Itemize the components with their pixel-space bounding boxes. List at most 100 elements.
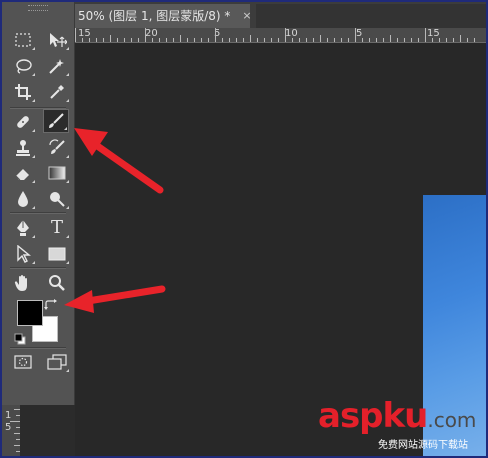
crop-icon — [15, 84, 31, 100]
pen-icon — [17, 220, 29, 236]
dodge-icon — [50, 192, 65, 207]
ruler-tick — [467, 38, 468, 42]
ruler-tick — [446, 38, 447, 42]
history-brush-tool[interactable] — [44, 136, 70, 160]
ruler-tick — [243, 38, 244, 42]
ruler-tick — [89, 38, 90, 42]
vertical-ruler[interactable]: 1 5 — [0, 405, 20, 458]
spot-healing-brush-tool[interactable] — [10, 110, 36, 134]
ruler-tick — [201, 38, 202, 42]
panel-grip[interactable] — [28, 5, 48, 11]
ruler-tick — [425, 28, 426, 42]
zoom-tool[interactable] — [44, 271, 70, 295]
hand-tool[interactable] — [10, 271, 36, 295]
ruler-tick — [369, 38, 370, 42]
rectangular-marquee-tool[interactable] — [10, 28, 36, 52]
dodge-tool[interactable] — [44, 187, 70, 211]
path-selection-tool[interactable] — [10, 242, 36, 266]
rectangle-icon — [48, 247, 66, 261]
swap-arrows-icon — [44, 299, 57, 310]
move-icon — [50, 33, 67, 47]
ruler-tick — [341, 38, 342, 42]
ruler-tick — [292, 38, 293, 42]
ruler-tick — [334, 38, 335, 42]
ruler-tick — [418, 38, 419, 42]
ruler-tick — [82, 38, 83, 42]
ruler-tick — [159, 38, 160, 42]
ruler-tick — [362, 38, 363, 42]
watermark-subtitle: 免费网站源码下载站 — [378, 440, 468, 451]
magic-wand-icon — [49, 59, 64, 74]
ruler-tick — [152, 38, 153, 42]
swap-colors-button[interactable] — [44, 296, 58, 310]
eyedropper-icon — [50, 85, 64, 99]
document-tab-title: 50% (图层 1, 图层蒙版/8) * — [78, 9, 231, 23]
default-colors-button[interactable] — [14, 330, 26, 345]
pen-tool[interactable] — [10, 216, 36, 240]
lasso-icon — [16, 59, 32, 74]
ruler-tick — [397, 38, 398, 42]
ruler-tick — [474, 38, 475, 42]
watermark-brand: aspku — [318, 396, 428, 436]
ruler-tick — [285, 28, 286, 42]
ruler-tick — [439, 38, 440, 42]
ruler-tick — [194, 38, 195, 42]
ruler-tick — [208, 38, 209, 42]
ruler-tick — [103, 38, 104, 42]
ruler-tick — [306, 38, 307, 42]
magic-wand-tool[interactable] — [44, 54, 70, 78]
ruler-tick — [299, 38, 300, 42]
ruler-tick — [383, 38, 384, 42]
ruler-tick — [390, 35, 391, 42]
ruler-tick — [124, 38, 125, 42]
eraser-tool[interactable] — [10, 161, 36, 185]
document-tab[interactable]: 50% (图层 1, 图层蒙版/8) * — [75, 4, 250, 28]
stamp-icon — [16, 140, 30, 156]
close-tab-button[interactable]: × — [240, 4, 254, 28]
lasso-tool[interactable] — [10, 54, 36, 78]
ruler-tick — [355, 28, 356, 42]
hand-icon — [14, 275, 27, 291]
ruler-tick — [236, 38, 237, 42]
rectangle-tool[interactable] — [44, 242, 70, 266]
zoom-icon — [49, 275, 65, 291]
watermark-suffix: .com — [427, 408, 477, 432]
quick-mask-button[interactable] — [10, 350, 36, 374]
ruler-tick — [117, 38, 118, 42]
ruler-tick — [229, 38, 230, 42]
move-tool[interactable] — [44, 28, 70, 52]
gradient-icon — [48, 166, 66, 180]
ruler-tick — [131, 38, 132, 42]
ruler-label: 5 — [5, 422, 12, 433]
foreground-color-swatch[interactable] — [17, 300, 43, 326]
ruler-tick — [187, 38, 188, 42]
crop-tool[interactable] — [10, 80, 36, 104]
ruler-tick — [166, 38, 167, 42]
default-colors-icon — [14, 333, 26, 345]
ruler-tick — [180, 35, 181, 42]
brush-icon — [49, 113, 64, 128]
gradient-tool[interactable] — [44, 161, 70, 185]
ruler-label: 1 — [5, 410, 12, 421]
tab-bar-empty — [256, 4, 488, 28]
blur-tool[interactable] — [10, 187, 36, 211]
eyedropper-tool[interactable] — [44, 80, 70, 104]
ruler-tick — [404, 38, 405, 42]
horizontal-ruler[interactable]: 15 20 5 10 5 15 — [75, 28, 488, 43]
tools-panel: T — [0, 0, 75, 405]
type-tool[interactable]: T — [44, 216, 70, 240]
ruler-tick — [110, 35, 111, 42]
ruler-tick — [215, 28, 216, 42]
ruler-tick — [411, 38, 412, 42]
ruler-tick — [222, 38, 223, 42]
ruler-tick — [432, 38, 433, 42]
type-icon: T — [50, 217, 63, 238]
screen-mode-button[interactable] — [44, 350, 70, 374]
brush-tool[interactable] — [43, 109, 69, 133]
ruler-tick — [327, 38, 328, 42]
eraser-icon — [15, 169, 29, 181]
ruler-tick — [96, 38, 97, 42]
ruler-tick — [460, 35, 461, 42]
clone-stamp-tool[interactable] — [10, 136, 36, 160]
ruler-tick — [75, 28, 76, 42]
